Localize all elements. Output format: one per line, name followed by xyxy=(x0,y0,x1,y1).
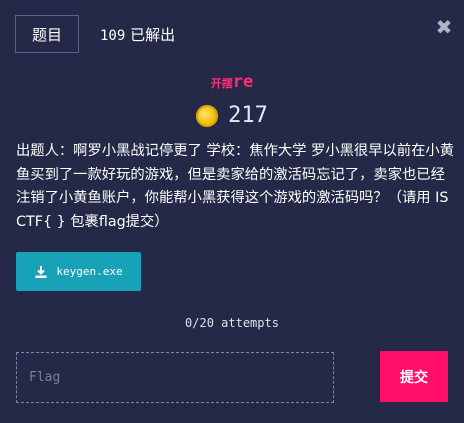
points-value: 217 xyxy=(228,103,268,128)
solves-info: 109 已解出 xyxy=(100,24,175,45)
solves-label: 已解出 xyxy=(130,26,176,44)
download-button[interactable]: keygen.exe xyxy=(16,252,141,291)
challenge-points: 217 xyxy=(0,103,464,128)
attempts-counter: 0/20 attempts xyxy=(185,316,279,330)
solves-count: 109 xyxy=(100,28,126,44)
challenge-description: 出题人：啊罗小黑战记停更了 学校：焦作大学 罗小黑很早以前在小黄鱼买到了一款好玩… xyxy=(16,143,454,230)
download-icon xyxy=(35,265,47,278)
category-name: re xyxy=(232,72,254,92)
category-prefix: 开摆 xyxy=(210,77,233,90)
coin-icon xyxy=(196,104,219,127)
close-icon[interactable]: ✖ xyxy=(434,17,454,37)
submit-button[interactable]: 提交 xyxy=(380,351,448,402)
download-label: keygen.exe xyxy=(56,265,123,278)
challenge-category: 开摆re xyxy=(0,72,464,92)
tab-challenge[interactable]: 题目 xyxy=(15,15,79,53)
flag-input[interactable] xyxy=(16,352,334,403)
